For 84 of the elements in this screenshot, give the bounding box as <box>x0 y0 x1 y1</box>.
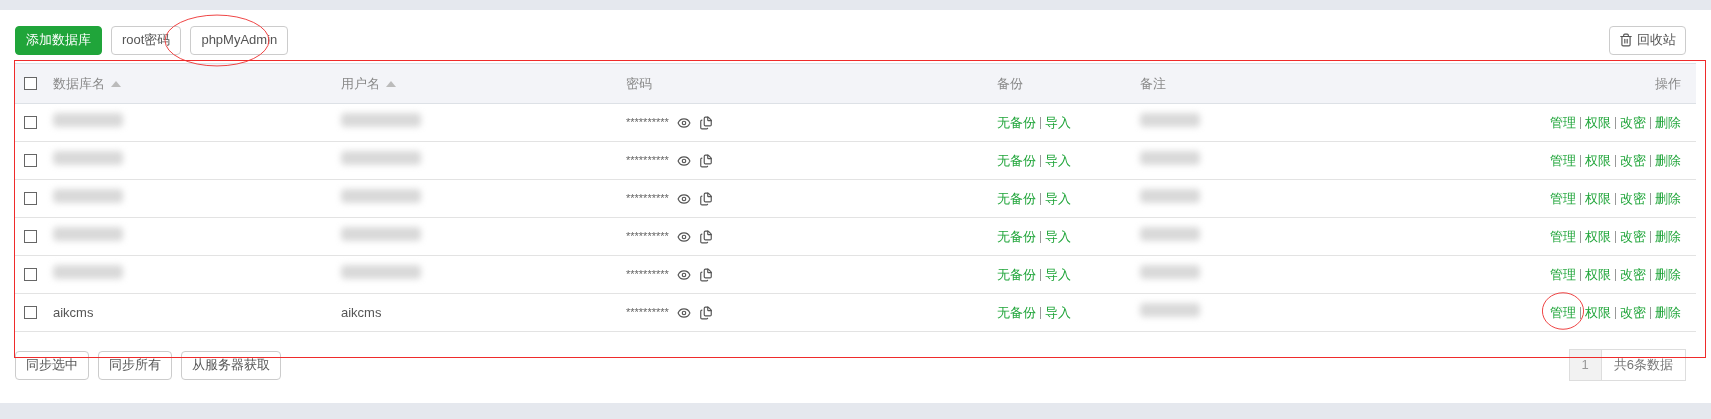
action-link[interactable]: 删除 <box>1655 228 1681 244</box>
column-header: 备注 <box>1140 74 1166 93</box>
action-link[interactable]: 权限 <box>1585 190 1611 206</box>
action-link[interactable]: 权限 <box>1585 114 1611 130</box>
blurred-text <box>1140 302 1200 317</box>
blurred-text <box>1140 150 1200 165</box>
checkbox[interactable] <box>24 116 37 129</box>
blurred-text <box>1140 226 1200 241</box>
password-mask: ********** <box>626 305 669 321</box>
action-link[interactable]: 管理 <box>1550 266 1576 282</box>
checkbox[interactable] <box>24 154 37 167</box>
checkbox[interactable] <box>24 230 37 243</box>
column-header: 操作 <box>1655 74 1681 93</box>
recycle-bin-button[interactable]: 回收站 <box>1609 25 1686 55</box>
import-link[interactable]: 导入 <box>1045 150 1071 171</box>
trash-icon <box>1619 33 1633 47</box>
copy-icon[interactable] <box>698 115 713 130</box>
footer-button[interactable]: 同步所有 <box>98 350 172 380</box>
action-link[interactable]: 改密 <box>1620 266 1646 282</box>
column-header: 备份 <box>997 74 1023 93</box>
eye-icon[interactable] <box>676 267 691 282</box>
toolbar-button[interactable]: phpMyAdmin <box>190 25 289 55</box>
password-mask: ********** <box>626 191 669 207</box>
footer-button[interactable]: 从服务器获取 <box>181 350 281 380</box>
checkbox[interactable] <box>24 306 37 319</box>
action-link[interactable]: 权限 <box>1585 304 1611 320</box>
action-link[interactable]: 改密 <box>1620 152 1646 168</box>
action-link[interactable]: 删除 <box>1655 304 1681 320</box>
page-number[interactable]: 1 <box>1569 350 1602 380</box>
toolbar-button[interactable]: root密码 <box>111 25 182 55</box>
copy-icon[interactable] <box>698 305 713 320</box>
backup-link[interactable]: 无备份 <box>997 112 1036 133</box>
backup-link[interactable]: 无备份 <box>997 302 1036 323</box>
copy-icon[interactable] <box>698 229 713 244</box>
backup-link[interactable]: 无备份 <box>997 150 1036 171</box>
action-link[interactable]: 管理 <box>1550 190 1576 206</box>
database-name: aikcms <box>53 304 94 320</box>
eye-icon[interactable] <box>676 305 691 320</box>
backup-link[interactable]: 无备份 <box>997 264 1036 285</box>
password-mask: ********** <box>626 267 669 283</box>
action-link[interactable]: 删除 <box>1655 152 1681 168</box>
total-count: 共6条数据 <box>1612 356 1674 375</box>
blurred-text <box>1140 188 1200 203</box>
backup-link[interactable]: 无备份 <box>997 226 1036 247</box>
copy-icon[interactable] <box>698 153 713 168</box>
column-header[interactable]: 数据库名 <box>53 73 105 94</box>
checkbox[interactable] <box>24 77 37 90</box>
eye-icon[interactable] <box>676 229 691 244</box>
import-link[interactable]: 导入 <box>1045 302 1071 323</box>
action-link[interactable]: 权限 <box>1585 266 1611 282</box>
column-header[interactable]: 用户名 <box>341 73 380 94</box>
import-link[interactable]: 导入 <box>1045 264 1071 285</box>
eye-icon[interactable] <box>676 191 691 206</box>
import-link[interactable]: 导入 <box>1045 188 1071 209</box>
backup-link[interactable]: 无备份 <box>997 188 1036 209</box>
action-link[interactable]: 改密 <box>1620 228 1646 244</box>
eye-icon[interactable] <box>676 115 691 130</box>
import-link[interactable]: 导入 <box>1045 112 1071 133</box>
toolbar-button[interactable]: 添加数据库 <box>15 25 102 55</box>
column-header: 密码 <box>626 74 652 93</box>
action-link[interactable]: 权限 <box>1585 152 1611 168</box>
eye-icon[interactable] <box>676 153 691 168</box>
footer-button[interactable]: 同步选中 <box>15 350 89 380</box>
password-mask: ********** <box>626 115 669 131</box>
action-link[interactable]: 权限 <box>1585 228 1611 244</box>
action-link[interactable]: 删除 <box>1655 114 1681 130</box>
username: aikcms <box>341 304 382 320</box>
blurred-text <box>1140 264 1200 279</box>
action-link[interactable]: 删除 <box>1655 190 1681 206</box>
action-link[interactable]: 管理 <box>1550 152 1576 168</box>
password-mask: ********** <box>626 153 669 169</box>
action-link[interactable]: 管理 <box>1550 114 1576 130</box>
password-mask: ********** <box>626 229 669 245</box>
action-link[interactable]: 管理 <box>1550 228 1576 244</box>
copy-icon[interactable] <box>698 267 713 282</box>
import-link[interactable]: 导入 <box>1045 226 1071 247</box>
action-link[interactable]: 改密 <box>1620 190 1646 206</box>
action-link[interactable]: 删除 <box>1655 266 1681 282</box>
checkbox[interactable] <box>24 192 37 205</box>
action-link[interactable]: 改密 <box>1620 114 1646 130</box>
checkbox[interactable] <box>24 268 37 281</box>
action-link[interactable]: 改密 <box>1620 304 1646 320</box>
blurred-text <box>1140 112 1200 127</box>
copy-icon[interactable] <box>698 191 713 206</box>
